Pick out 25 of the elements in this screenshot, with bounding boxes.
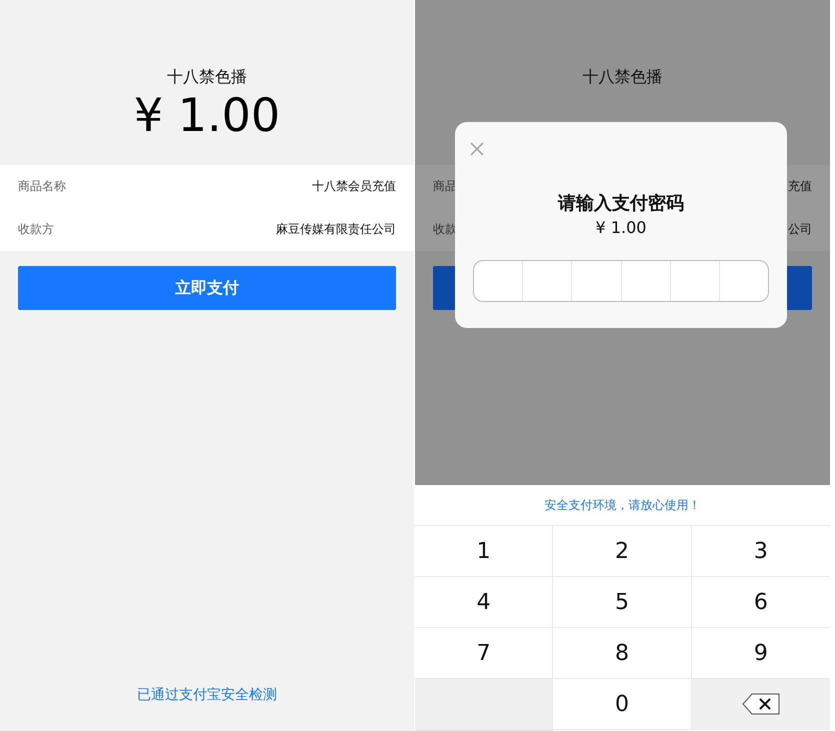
security-tip: 安全支付环境，请放心使用！ xyxy=(544,496,700,514)
keypad-key[interactable]: 1 xyxy=(415,526,554,577)
detail-value: 麻豆传媒有限责任公司 xyxy=(276,221,396,238)
keypad-key[interactable]: 4 xyxy=(415,577,554,628)
keypad-key[interactable]: 2 xyxy=(553,526,692,577)
backspace-key[interactable] xyxy=(692,679,830,730)
merchant-title: 十八禁色播 xyxy=(582,66,662,88)
security-link[interactable]: 已通过支付宝安全检测 xyxy=(137,686,277,704)
detail-label: 商品名称 xyxy=(18,178,66,195)
detail-value: 十八禁会员充值 xyxy=(312,178,396,195)
detail-value: 充值 xyxy=(788,178,812,195)
keypad-key[interactable]: 0 xyxy=(553,679,692,730)
keypad-key[interactable]: 5 xyxy=(553,577,692,628)
detail-label: 收款方 xyxy=(18,221,54,238)
close-icon[interactable] xyxy=(469,141,485,157)
dialog-title: 请输入支付密码 xyxy=(558,192,684,216)
keypad-key[interactable]: 7 xyxy=(415,628,554,679)
amount: ¥ 1.00 xyxy=(134,88,280,142)
keypad-key[interactable]: 8 xyxy=(553,628,692,679)
pay-button[interactable]: 立即支付 xyxy=(18,266,396,310)
dialog-amount: ¥ 1.00 xyxy=(596,217,646,239)
backspace-icon xyxy=(742,693,780,715)
password-field[interactable] xyxy=(473,260,769,302)
merchant-title: 十八禁色播 xyxy=(167,66,247,88)
detail-value: 公司 xyxy=(788,221,812,238)
